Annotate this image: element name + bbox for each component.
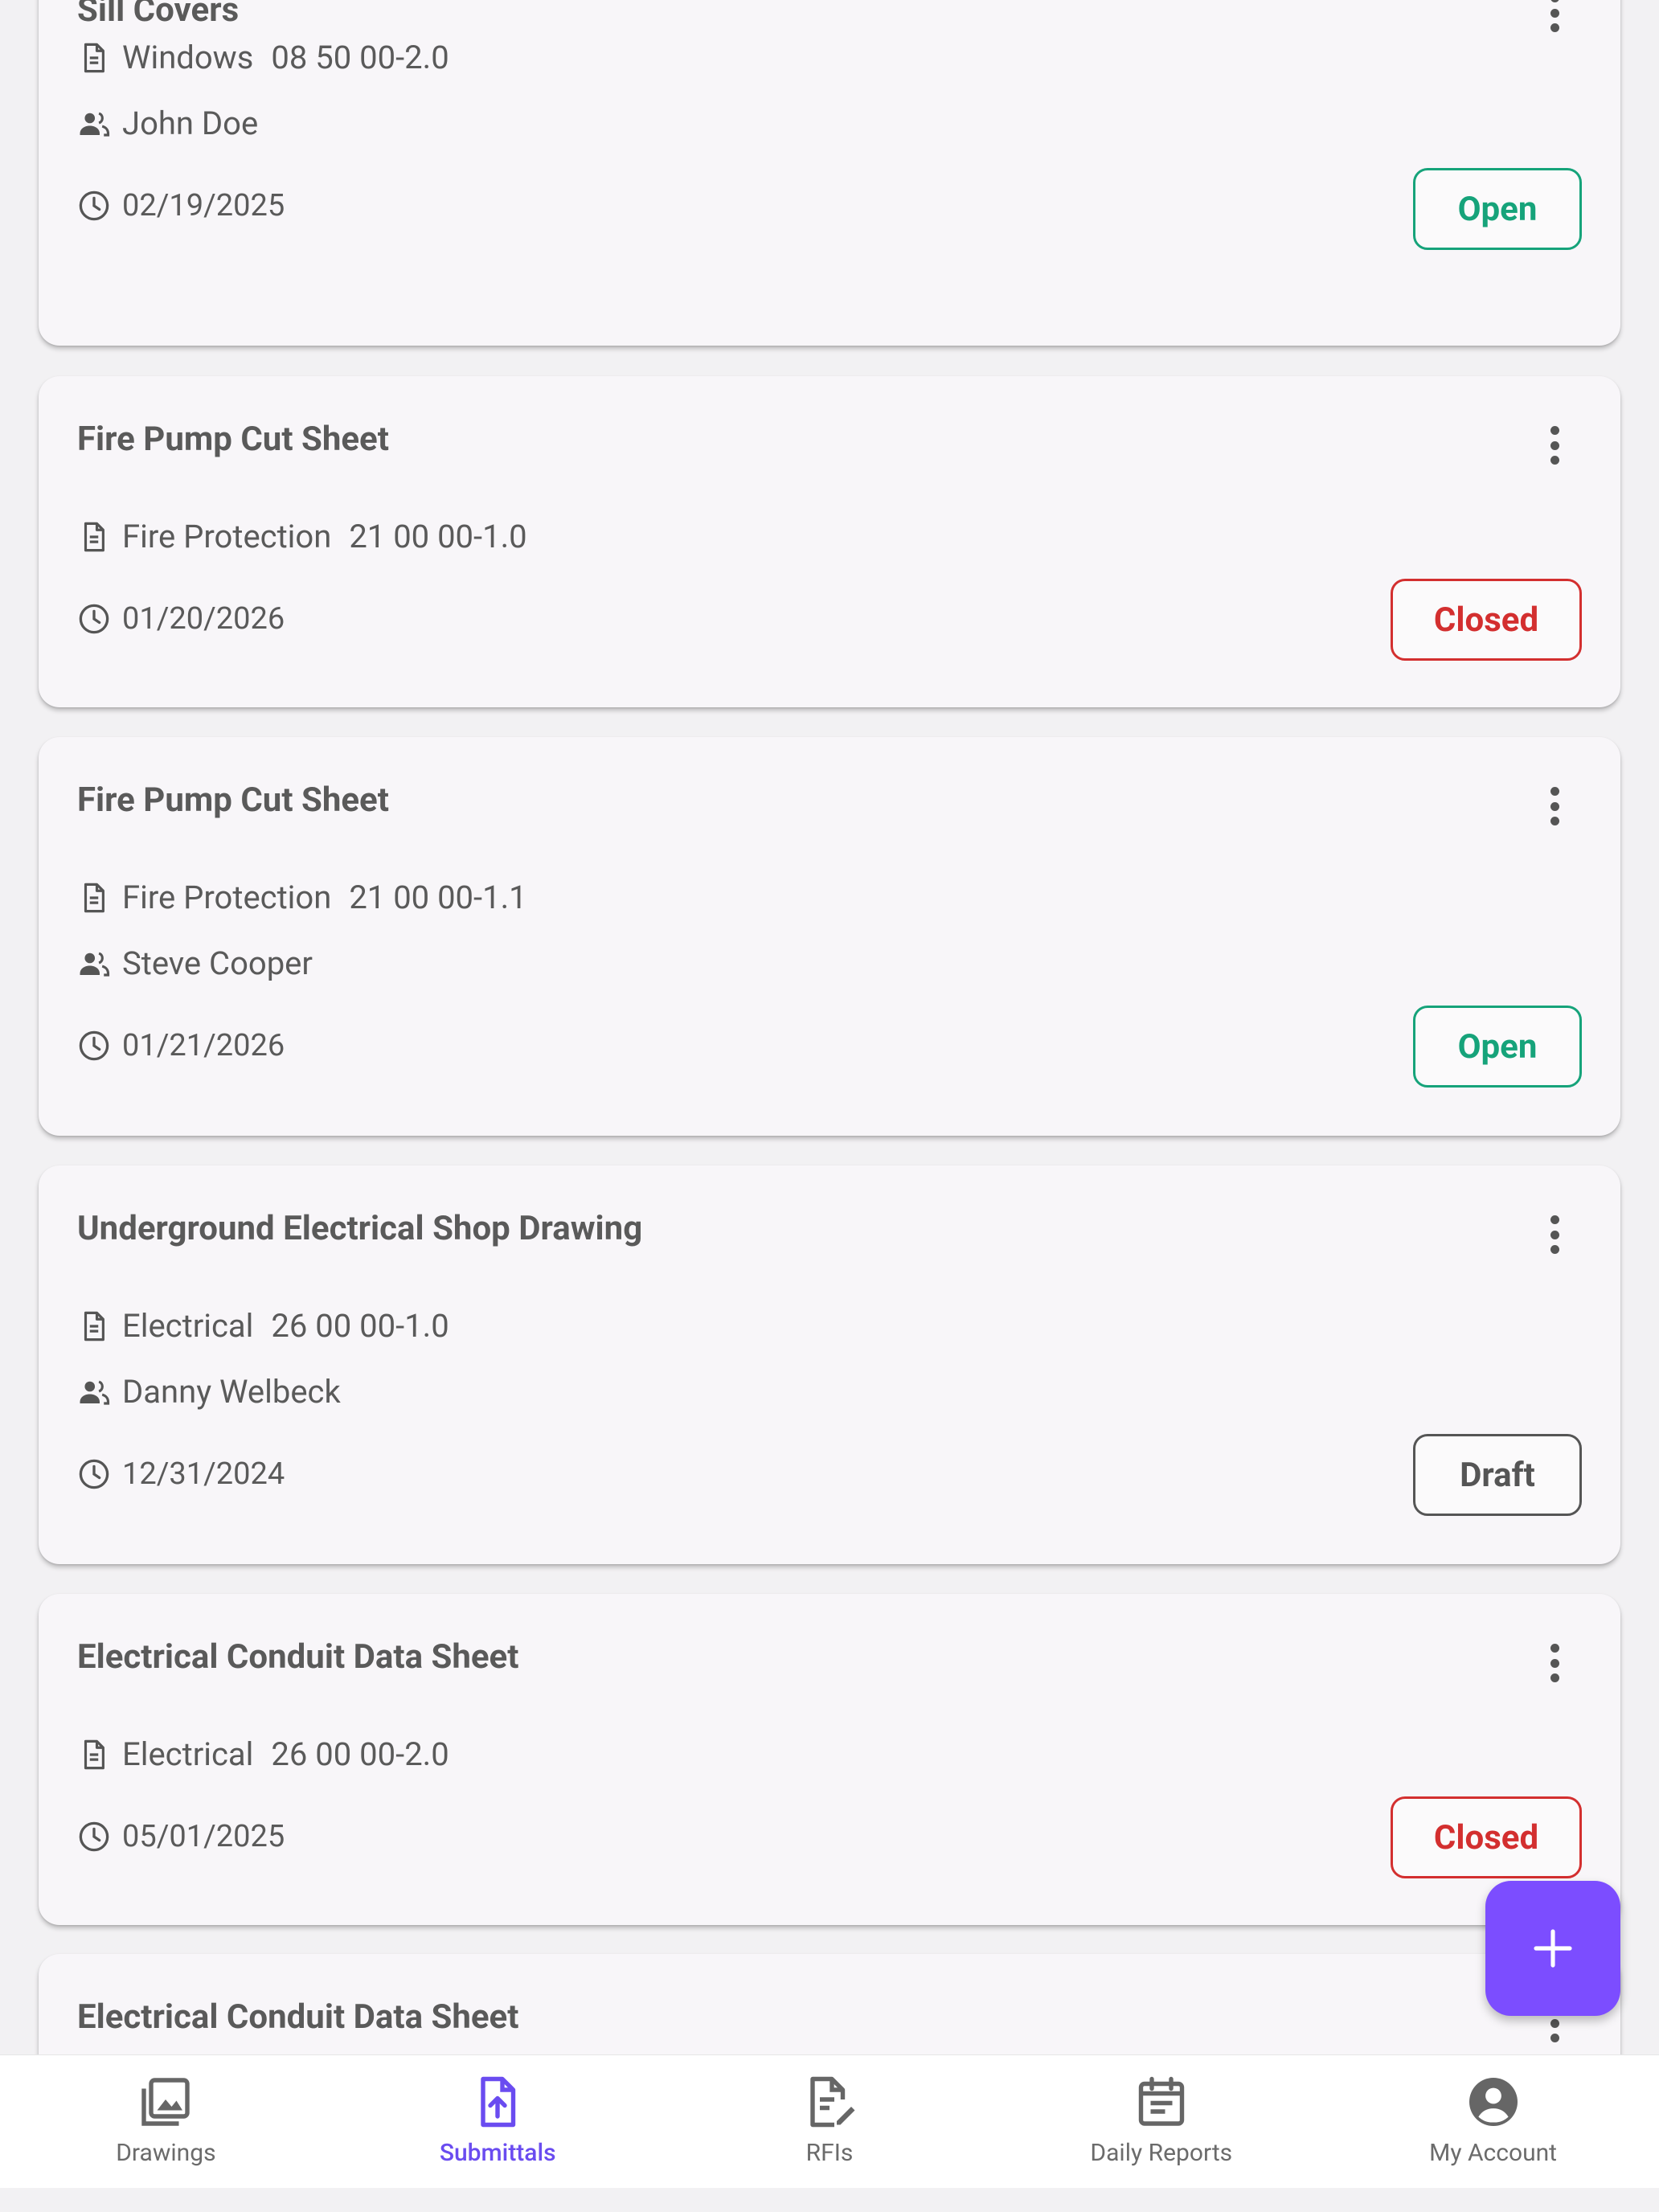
card-title: Fire Pump Cut Sheet [77, 780, 389, 820]
status-badge: Closed [1391, 579, 1582, 661]
spec-category: Fire Protection [122, 879, 332, 916]
plus-icon [1534, 1929, 1572, 1968]
nav-label: Drawings [116, 2139, 216, 2167]
nav-item-rfis[interactable]: RFIs [664, 2055, 996, 2189]
spec-category: Windows [122, 39, 254, 76]
spec-row: Electrical 26 00 00-2.0 [77, 1735, 449, 1773]
date-row: 01/21/2026 [77, 1028, 285, 1063]
rfis-icon [799, 2071, 860, 2132]
document-icon [77, 1738, 111, 1772]
date-row: 12/31/2024 [77, 1456, 285, 1492]
spec-row: Electrical 26 00 00-1.0 [77, 1307, 449, 1345]
system-bar [0, 2188, 1659, 2212]
account-icon [1463, 2071, 1524, 2132]
bottom-navigation: Drawings Submittals RFIs Daily Reports M… [0, 2054, 1659, 2188]
spec-row: Fire Protection 21 00 00-1.1 [77, 879, 527, 916]
more-options-icon[interactable] [1538, 1639, 1571, 1687]
nav-item-drawings[interactable]: Drawings [0, 2055, 332, 2189]
due-date: 01/20/2026 [122, 601, 285, 637]
document-icon [77, 1309, 111, 1343]
document-icon [77, 881, 111, 915]
clock-icon [77, 1820, 111, 1854]
nav-item-my-account[interactable]: My Account [1327, 2055, 1659, 2189]
people-icon [77, 107, 111, 141]
submittal-card[interactable]: Fire Pump Cut Sheet Fire Protection 21 0… [39, 376, 1620, 707]
spec-number: 21 00 00-1.0 [349, 518, 527, 555]
submittals-list[interactable]: Sill Covers Windows 08 50 00-2.0 John Do… [0, 0, 1659, 2054]
drawings-icon [135, 2071, 196, 2132]
more-options-icon[interactable] [1538, 1210, 1571, 1259]
more-options-icon[interactable] [1538, 421, 1571, 469]
people-icon [77, 947, 111, 981]
submittal-card[interactable]: Fire Pump Cut Sheet Fire Protection 21 0… [39, 737, 1620, 1136]
spec-category: Fire Protection [122, 518, 332, 555]
submittal-card[interactable]: Sill Covers Windows 08 50 00-2.0 John Do… [39, 0, 1620, 346]
due-date: 01/21/2026 [122, 1028, 285, 1063]
card-title: Electrical Conduit Data Sheet [77, 1997, 519, 2037]
due-date: 12/31/2024 [122, 1456, 285, 1492]
date-row: 01/20/2026 [77, 601, 285, 637]
date-row: 05/01/2025 [77, 1819, 285, 1854]
spec-number: 08 50 00-2.0 [271, 39, 449, 76]
status-badge: Open [1413, 1006, 1582, 1088]
nav-label: My Account [1429, 2139, 1557, 2167]
assignee-row: Steve Cooper [77, 944, 313, 982]
nav-item-submittals[interactable]: Submittals [332, 2055, 664, 2189]
card-title: Fire Pump Cut Sheet [77, 420, 389, 459]
status-badge: Open [1413, 168, 1582, 250]
spec-number: 21 00 00-1.1 [349, 879, 527, 916]
status-badge: Draft [1413, 1434, 1582, 1516]
card-title: Electrical Conduit Data Sheet [77, 1637, 519, 1677]
more-options-icon[interactable] [1538, 782, 1571, 830]
clock-icon [77, 189, 111, 223]
spec-number: 26 00 00-2.0 [271, 1735, 449, 1773]
spec-number: 26 00 00-1.0 [271, 1307, 449, 1345]
assignee-name: Steve Cooper [122, 944, 313, 982]
nav-label: Submittals [439, 2139, 556, 2167]
assignee-name: Danny Welbeck [122, 1373, 341, 1411]
more-options-icon[interactable] [1538, 0, 1571, 37]
clock-icon [77, 602, 111, 636]
add-submittal-button[interactable] [1485, 1881, 1620, 2016]
assignee-row: John Doe [77, 104, 258, 142]
submittal-card[interactable]: Electrical Conduit Data Sheet [39, 1954, 1620, 2054]
daily-reports-icon [1131, 2071, 1192, 2132]
status-badge: Closed [1391, 1796, 1582, 1878]
card-title: Sill Covers [77, 0, 240, 30]
spec-category: Electrical [122, 1307, 254, 1345]
due-date: 05/01/2025 [122, 1819, 285, 1854]
nav-label: RFIs [805, 2139, 854, 2167]
clock-icon [77, 1457, 111, 1491]
card-title: Underground Electrical Shop Drawing [77, 1209, 643, 1248]
document-icon [77, 41, 111, 75]
nav-label: Daily Reports [1090, 2139, 1233, 2167]
assignee-name: John Doe [122, 104, 259, 142]
spec-row: Fire Protection 21 00 00-1.0 [77, 518, 527, 555]
submittal-card[interactable]: Electrical Conduit Data Sheet Electrical… [39, 1594, 1620, 1925]
nav-item-daily-reports[interactable]: Daily Reports [995, 2055, 1327, 2189]
spec-row: Windows 08 50 00-2.0 [77, 39, 449, 76]
date-row: 02/19/2025 [77, 188, 285, 223]
spec-category: Electrical [122, 1735, 254, 1773]
due-date: 02/19/2025 [122, 188, 285, 223]
submittals-icon [467, 2071, 528, 2132]
people-icon [77, 1375, 111, 1409]
assignee-row: Danny Welbeck [77, 1373, 341, 1411]
document-icon [77, 520, 111, 554]
submittal-card[interactable]: Underground Electrical Shop Drawing Elec… [39, 1165, 1620, 1564]
clock-icon [77, 1029, 111, 1063]
